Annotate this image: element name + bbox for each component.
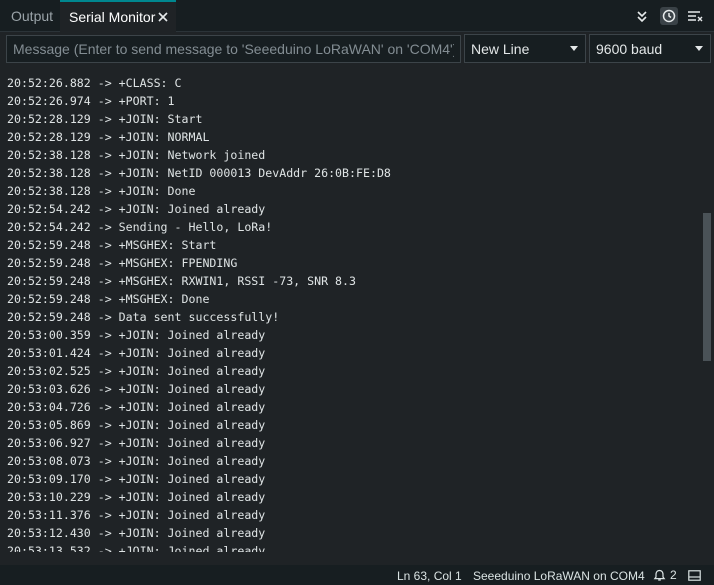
- serial-output-log[interactable]: 20:52:26.882 -> +CLASS: C 20:52:26.974 ->…: [0, 74, 700, 552]
- tab-output-label: Output: [11, 7, 54, 24]
- log-line: 20:53:04.726 -> +JOIN: Joined already: [7, 400, 266, 414]
- chevron-down-icon: [695, 46, 703, 51]
- log-line: 20:52:28.129 -> +JOIN: NORMAL: [7, 130, 210, 144]
- log-line: 20:52:38.128 -> +JOIN: Done: [7, 184, 196, 198]
- autoscroll-toggle-icon[interactable]: [633, 7, 651, 25]
- log-line: 20:52:59.248 -> +MSGHEX: RXWIN1, RSSI -7…: [7, 274, 357, 288]
- baud-rate-value: 9600 baud: [596, 40, 663, 57]
- board-port-status[interactable]: Seeeduino LoRaWAN on COM4: [473, 565, 645, 585]
- log-line: 20:52:59.248 -> +MSGHEX: Done: [7, 292, 210, 306]
- log-line: 20:53:03.626 -> +JOIN: Joined already: [7, 382, 266, 396]
- log-line: 20:53:10.229 -> +JOIN: Joined already: [7, 490, 266, 504]
- baud-rate-select[interactable]: 9600 baud: [589, 34, 711, 63]
- log-line: 20:53:05.869 -> +JOIN: Joined already: [7, 418, 266, 432]
- log-line: 20:53:13.532 -> +JOIN: Joined already: [7, 544, 266, 552]
- log-line: 20:52:59.248 -> +MSGHEX: FPENDING: [7, 256, 238, 270]
- log-line: 20:52:28.129 -> +JOIN: Start: [7, 112, 203, 126]
- panel-tab-bar: Output Serial Monitor: [0, 0, 714, 32]
- log-line: 20:52:26.974 -> +PORT: 1: [7, 94, 175, 108]
- serial-monitor-window: Output Serial Monitor Message (Enter to …: [0, 0, 714, 585]
- notifications-button[interactable]: 2: [653, 565, 677, 585]
- log-line: 20:53:02.525 -> +JOIN: Joined already: [7, 364, 266, 378]
- log-line: 20:53:08.073 -> +JOIN: Joined already: [7, 454, 266, 468]
- line-ending-select[interactable]: New Line: [464, 34, 586, 63]
- log-line: 20:52:38.128 -> +JOIN: NetID 000013 DevA…: [7, 166, 391, 180]
- notifications-count: 2: [670, 568, 677, 582]
- cursor-position[interactable]: Ln 63, Col 1: [397, 565, 462, 585]
- log-line: 20:52:59.248 -> +MSGHEX: Start: [7, 238, 217, 252]
- toggle-panel-icon[interactable]: [688, 565, 701, 585]
- bell-icon: [653, 569, 666, 581]
- log-line: 20:52:54.242 -> Sending - Hello, LoRa!: [7, 220, 273, 234]
- timestamp-toggle-icon[interactable]: [660, 7, 678, 25]
- status-bar: Ln 63, Col 1 Seeeduino LoRaWAN on COM4 2: [0, 565, 714, 585]
- log-line: 20:52:38.128 -> +JOIN: Network joined: [7, 148, 266, 162]
- log-line: 20:53:09.170 -> +JOIN: Joined already: [7, 472, 266, 486]
- clear-output-icon[interactable]: [686, 7, 704, 25]
- tab-serial-monitor[interactable]: Serial Monitor: [60, 0, 176, 32]
- message-input[interactable]: [6, 35, 461, 63]
- tab-output[interactable]: Output: [0, 0, 64, 31]
- log-line: 20:53:11.376 -> +JOIN: Joined already: [7, 508, 266, 522]
- log-line: 20:52:59.248 -> Data sent successfully!: [7, 310, 280, 324]
- log-line: 20:52:54.242 -> +JOIN: Joined already: [7, 202, 266, 216]
- log-line: 20:53:06.927 -> +JOIN: Joined already: [7, 436, 266, 450]
- tab-serial-monitor-label: Serial Monitor: [69, 9, 156, 25]
- chevron-down-icon: [570, 46, 578, 51]
- log-scrollbar-thumb[interactable]: [703, 213, 711, 361]
- close-icon[interactable]: [156, 10, 170, 24]
- log-line: 20:53:01.424 -> +JOIN: Joined already: [7, 346, 266, 360]
- line-ending-value: New Line: [471, 40, 530, 57]
- log-line: 20:52:26.882 -> +CLASS: C: [7, 76, 182, 90]
- log-line: 20:53:00.359 -> +JOIN: Joined already: [7, 328, 266, 342]
- log-line: 20:53:12.430 -> +JOIN: Joined already: [7, 526, 266, 540]
- log-scrollbar[interactable]: [700, 66, 714, 552]
